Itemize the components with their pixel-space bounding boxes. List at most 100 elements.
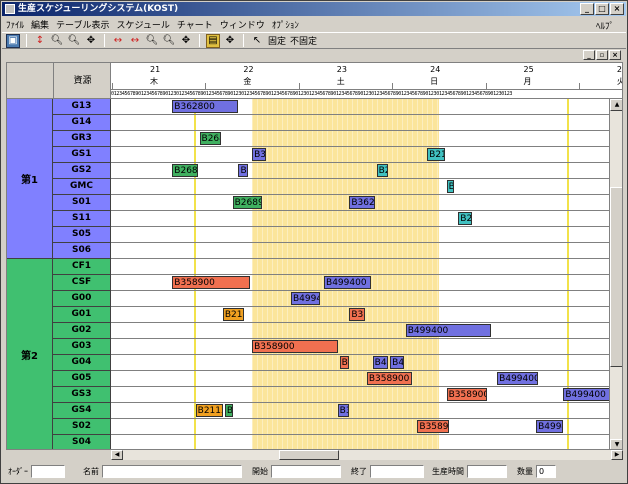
resource-row-header[interactable]: G13 [53,99,111,115]
maximize-icon[interactable]: □ [595,3,609,15]
horizontal-scrollbar[interactable]: ◀ ▶ [111,450,623,460]
resource-row-header[interactable]: GS1 [53,147,111,163]
vertical-scrollbar[interactable]: ▲ ▼ [609,99,622,449]
resource-row-header[interactable]: GR3 [53,131,111,147]
resource-row-header[interactable]: G01 [53,307,111,323]
resource-row-header[interactable]: S01 [53,195,111,211]
task-bar[interactable]: B3 [238,164,249,177]
zoom-out-horizontal-icon[interactable]: 🔍︎ [162,34,176,48]
task-bar[interactable]: B499400 [324,276,371,289]
task-bar[interactable]: B499400 [497,372,539,385]
child-close-icon[interactable]: × [609,50,621,60]
task-bar[interactable]: B [446,180,455,193]
quantity-field[interactable]: 0 [536,464,556,478]
vertical-expand-icon[interactable]: ↕ [33,34,47,48]
child-minimize-icon[interactable]: _ [583,50,595,60]
end-field[interactable] [370,464,424,478]
resource-row-header[interactable]: CSF [53,275,111,291]
unfixed-button[interactable]: 不固定 [290,34,317,47]
horizontal-expand-icon[interactable]: ↔ [111,34,125,48]
task-bar[interactable]: B3E [252,148,266,161]
task-bar[interactable]: B362800 [172,100,239,113]
task-bar[interactable]: B268 [199,132,221,145]
row-divider [111,290,609,291]
resource-row-header[interactable]: S02 [53,419,111,435]
scroll-left-icon[interactable]: ◀ [111,450,123,460]
resource-row-header[interactable]: GS4 [53,403,111,419]
close-icon[interactable]: × [610,3,624,15]
task-bar[interactable]: B4994 [536,420,564,433]
task-bar[interactable]: B [224,404,233,417]
task-bar[interactable]: B26890 [232,196,262,209]
production-time-field[interactable] [467,464,507,478]
menu-help[interactable]: ﾍﾙﾌﾟ [596,19,614,32]
menu-options[interactable]: ｵﾌﾟｼｮﾝ [272,18,299,31]
task-bar[interactable]: B499400 [563,388,609,401]
task-bar[interactable]: B49940 [290,292,321,305]
task-bar[interactable]: B499400 [405,324,492,337]
menu-window[interactable]: ウィンドウ [220,18,265,31]
horizontal-scroll-thumb[interactable] [279,450,339,460]
menu-chart[interactable]: チャート [177,18,213,31]
menu-file[interactable]: ﾌｧｲﾙ [6,18,24,31]
child-restore-icon[interactable]: ▫ [596,50,608,60]
task-bar[interactable]: B2 [376,164,389,177]
chart-move-icon[interactable]: ✥ [223,34,237,48]
order-field[interactable] [31,464,65,478]
task-bar[interactable]: B358900 [366,372,412,385]
pan-icon[interactable]: ✥ [179,34,193,48]
menu-edit[interactable]: 編集 [31,18,49,31]
zoom-in-icon[interactable]: 🔍︎ [50,34,64,48]
move-icon[interactable]: ✥ [84,34,98,48]
resource-row-header[interactable]: G05 [53,371,111,387]
minimize-icon[interactable]: _ [580,3,594,15]
schedule-run-icon[interactable]: ▣ [6,33,20,48]
pointer-icon[interactable]: ↖ [250,34,264,48]
zoom-out-icon[interactable]: 🔍︎ [67,34,81,48]
name-field[interactable] [102,464,242,478]
task-bar[interactable]: B3 [337,404,350,417]
scroll-down-icon[interactable]: ▼ [610,439,622,449]
task-bar[interactable]: B [339,356,350,369]
fixed-button[interactable]: 固定 [268,34,286,47]
resource-row-header[interactable]: S04 [53,435,111,449]
menu-table-view[interactable]: テーブル表示 [56,18,109,31]
scroll-right-icon[interactable]: ▶ [611,450,623,460]
resource-row-header[interactable]: GMC [53,179,111,195]
task-bar[interactable]: B358900 [172,276,251,289]
vertical-scroll-thumb[interactable] [610,187,622,367]
chart-settings-icon[interactable]: ▤ [206,33,220,48]
resource-row-header[interactable]: S05 [53,227,111,243]
resource-row-header[interactable]: G03 [53,339,111,355]
task-bar[interactable]: B35 [349,308,365,321]
horizontal-shrink-icon[interactable]: ↔ [128,34,142,48]
task-bar[interactable]: B3589 [417,420,449,433]
resource-row-header[interactable]: GS2 [53,163,111,179]
task-bar[interactable]: B49 [390,356,404,369]
row-divider [111,306,609,307]
task-bar[interactable]: B21 [458,212,472,225]
task-bar[interactable]: B358900 [252,340,338,353]
toolbar-separator [243,34,244,47]
menu-schedule[interactable]: スケジュール [117,18,170,31]
zoom-in-horizontal-icon[interactable]: 🔍︎ [145,34,159,48]
scroll-up-icon[interactable]: ▲ [610,99,622,111]
resource-row-header[interactable]: G04 [53,355,111,371]
start-field[interactable] [271,464,341,478]
resource-row-header[interactable]: S06 [53,243,111,259]
task-bar[interactable]: B49 [372,356,389,369]
task-bar[interactable]: B358900 [446,388,488,401]
resource-row-header[interactable]: GS3 [53,387,111,403]
task-bar[interactable]: B2115 [195,404,223,417]
resource-row-header[interactable]: S11 [53,211,111,227]
order-label: ｵｰﾀﾞｰ [8,466,28,476]
resource-row-header[interactable]: G02 [53,323,111,339]
task-bar[interactable]: B2689 [172,164,198,177]
task-bar[interactable]: B3628 [349,196,375,209]
task-bar[interactable]: B211 [222,308,245,321]
resource-row-header[interactable]: G00 [53,291,111,307]
resource-row-header[interactable]: G14 [53,115,111,131]
task-bar[interactable]: B21 [427,148,445,161]
schedule-area[interactable]: B362800 B268 B3E B21 B2689 B3 B2 B B26890 B3628 B2… [111,99,609,449]
resource-row-header[interactable]: CF1 [53,259,111,275]
